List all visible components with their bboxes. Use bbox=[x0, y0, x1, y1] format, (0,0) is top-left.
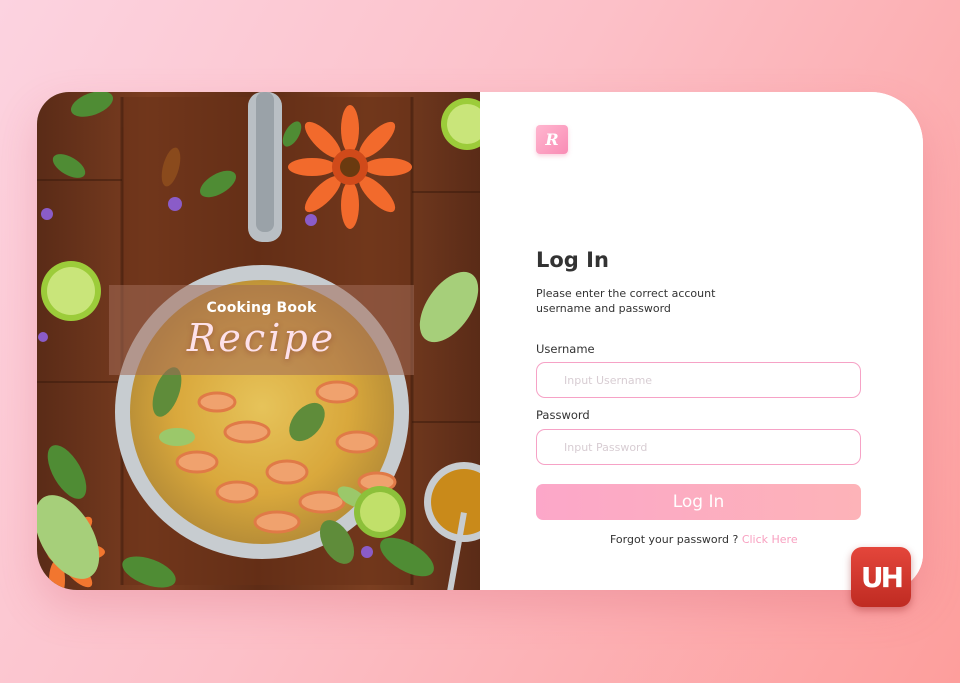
username-input[interactable] bbox=[536, 362, 861, 398]
login-button[interactable]: Log In bbox=[536, 484, 861, 520]
login-card: Cooking Book Recipe R Log In Please ente… bbox=[37, 92, 923, 590]
login-title: Log In bbox=[536, 248, 609, 272]
forgot-password-label: Forgot your password ? bbox=[610, 533, 739, 546]
logo-letter: R bbox=[545, 130, 559, 149]
recipe-banner: Cooking Book Recipe bbox=[109, 285, 414, 375]
recipe-photo: Cooking Book Recipe bbox=[37, 92, 480, 590]
banner-title: Recipe bbox=[186, 316, 337, 360]
badge-text: UH bbox=[860, 560, 904, 594]
recipe-logo-icon: R bbox=[536, 125, 568, 154]
forgot-password-link[interactable]: Click Here bbox=[742, 533, 798, 546]
banner-subtitle: Cooking Book bbox=[206, 300, 317, 316]
forgot-password-text: Forgot your password ? Click Here bbox=[610, 533, 798, 546]
login-description: Please enter the correct account usernam… bbox=[536, 287, 716, 315]
password-input[interactable] bbox=[536, 429, 861, 465]
password-label: Password bbox=[536, 408, 590, 422]
uh-badge-icon: UH bbox=[851, 547, 911, 607]
username-label: Username bbox=[536, 342, 595, 356]
login-form: R Log In Please enter the correct accoun… bbox=[480, 92, 923, 590]
